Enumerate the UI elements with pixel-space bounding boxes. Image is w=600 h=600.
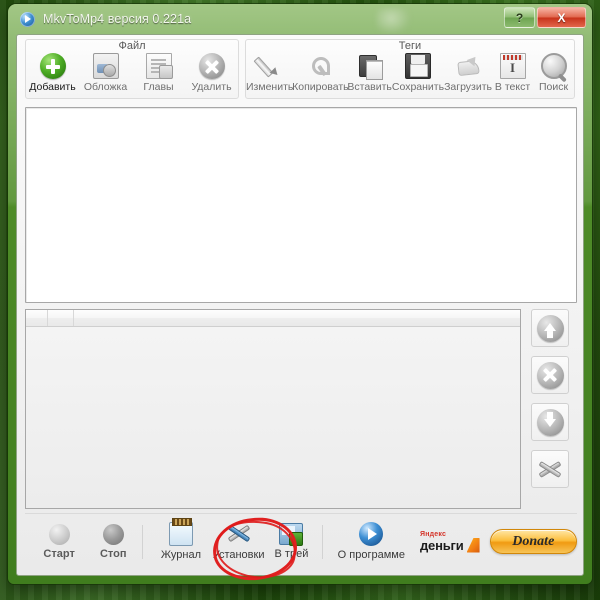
start-dot-icon [48, 523, 70, 545]
about-button[interactable]: О программе [338, 522, 405, 561]
tray-button[interactable]: В трей [274, 523, 309, 560]
toolbar-button-edit-label: Изменить [246, 81, 294, 93]
window-title: MkvToMp4 версия 0.221a [43, 12, 192, 26]
queue-list-body[interactable] [26, 327, 520, 508]
footer-separator-2 [321, 524, 323, 559]
to-text-icon [499, 53, 526, 79]
application-window: MkvToMp4 версия 0.221a ? X Файл Добавить… [8, 4, 592, 584]
toolbar-button-chapters-label: Главы [143, 81, 174, 93]
toolbar-group-file-title: Файл [118, 40, 146, 52]
stop-button[interactable]: Стоп [99, 523, 127, 560]
settings-button[interactable] [531, 450, 569, 488]
arrow-down-circle-icon [536, 408, 564, 436]
toolbar-button-save[interactable]: Сохранить [392, 53, 444, 93]
load-arrow-icon [455, 53, 481, 79]
yandex-money-top-label: Яндекс [420, 530, 447, 538]
about-button-label: О программе [337, 549, 405, 561]
help-button[interactable]: ? [504, 7, 535, 28]
toolbar-button-delete[interactable]: Удалить [185, 53, 238, 93]
title-bar[interactable]: MkvToMp4 версия 0.221a ? X [8, 4, 592, 34]
arrow-up-circle-icon [536, 314, 564, 342]
queue-column-2[interactable] [74, 310, 520, 326]
start-button[interactable]: Старт [43, 523, 75, 560]
window-controls: ? X [504, 7, 586, 28]
move-up-button[interactable] [531, 309, 569, 347]
toolbar-button-cover[interactable]: Обложка [79, 53, 132, 93]
toolbar-group-file: Файл Добавить Обложка Главы Удалить [25, 39, 239, 99]
toolbar-button-save-label: Сохранить [391, 81, 445, 93]
toolbar-group-file-tools: Добавить Обложка Главы Удалить [26, 53, 238, 93]
toolbar-button-to-text[interactable]: В текст [492, 53, 533, 93]
toolbar-button-copy-label: Копировать [292, 81, 349, 93]
footer-bar: Старт Стоп Журнал Установки В трей О про… [25, 513, 577, 569]
toolbar-button-paste[interactable]: Вставить [347, 53, 392, 93]
queue-list-header[interactable] [26, 310, 520, 327]
toolbar-ribbon: Файл Добавить Обложка Главы Удалить Теги… [17, 35, 583, 103]
toolbar-button-to-text-label: В текст [494, 81, 531, 93]
media-play-icon [20, 11, 35, 27]
yandex-money-wallet-icon [466, 537, 480, 553]
toolbar-group-tags: Теги Изменить Копировать Вставить Сохран… [245, 39, 575, 99]
cover-image-icon [92, 53, 119, 79]
start-button-label: Старт [43, 547, 75, 560]
toolbar-group-tags-tools: Изменить Копировать Вставить Сохранить З… [246, 53, 574, 93]
remove-button[interactable] [531, 356, 569, 394]
toolbar-button-edit[interactable]: Изменить [246, 53, 293, 93]
copy-icon [307, 53, 333, 79]
log-button-label: Журнал [160, 549, 201, 561]
toolbar-button-cover-label: Обложка [83, 81, 128, 93]
toolbar-button-load-label: Загрузить [444, 81, 493, 93]
toolbar-button-delete-label: Удалить [191, 81, 232, 93]
queue-side-buttons [527, 309, 577, 488]
yandex-money-logo[interactable]: Яндекс деньги [420, 531, 480, 553]
toolbar-button-add[interactable]: Добавить [26, 53, 79, 93]
yandex-money-text: Яндекс деньги [420, 531, 464, 553]
log-book-icon [168, 518, 193, 546]
queue-column-0[interactable] [26, 310, 48, 326]
settings-footer-button-label: Установки [212, 549, 265, 561]
queue-column-1[interactable] [48, 310, 74, 326]
file-details-panel[interactable] [25, 107, 577, 303]
move-down-button[interactable] [531, 403, 569, 441]
close-circle-icon [536, 361, 564, 389]
stop-dot-icon [102, 523, 124, 545]
toolbar-button-paste-label: Вставить [347, 81, 392, 93]
magnifier-icon [540, 53, 567, 79]
client-area: Файл Добавить Обложка Главы Удалить Теги… [16, 34, 584, 576]
toolbar-button-search-label: Поиск [538, 81, 569, 93]
toolbar-button-search[interactable]: Поиск [533, 53, 574, 93]
toolbar-group-tags-title: Теги [398, 40, 422, 52]
stop-button-label: Стоп [99, 547, 127, 560]
tray-button-label: В трей [274, 548, 309, 560]
log-button[interactable]: Журнал [160, 518, 201, 561]
pencil-icon [257, 53, 283, 79]
chapters-icon [145, 53, 173, 79]
tray-minimize-icon [279, 523, 304, 546]
floppy-save-icon [404, 53, 431, 79]
queue-zone [25, 309, 577, 509]
footer-separator-1 [141, 524, 143, 559]
toolbar-button-chapters[interactable]: Главы [132, 53, 185, 93]
close-button[interactable]: X [537, 7, 586, 28]
tools-cross-icon [537, 456, 563, 482]
toolbar-button-load[interactable]: Загрузить [444, 53, 492, 93]
tools-wrench-icon [226, 522, 252, 546]
about-info-icon [359, 522, 384, 546]
yandex-money-bottom-label: деньги [420, 537, 464, 553]
toolbar-button-add-label: Добавить [29, 81, 76, 93]
settings-footer-button[interactable]: Установки [212, 522, 265, 561]
title-bar-ghost-reflection [376, 8, 410, 34]
donate-button[interactable]: Donate [489, 529, 577, 554]
toolbar-button-copy[interactable]: Копировать [292, 53, 349, 93]
add-circle-icon [39, 53, 66, 79]
paste-icon [357, 53, 383, 80]
queue-list[interactable] [25, 309, 521, 509]
delete-circle-icon [198, 53, 225, 79]
